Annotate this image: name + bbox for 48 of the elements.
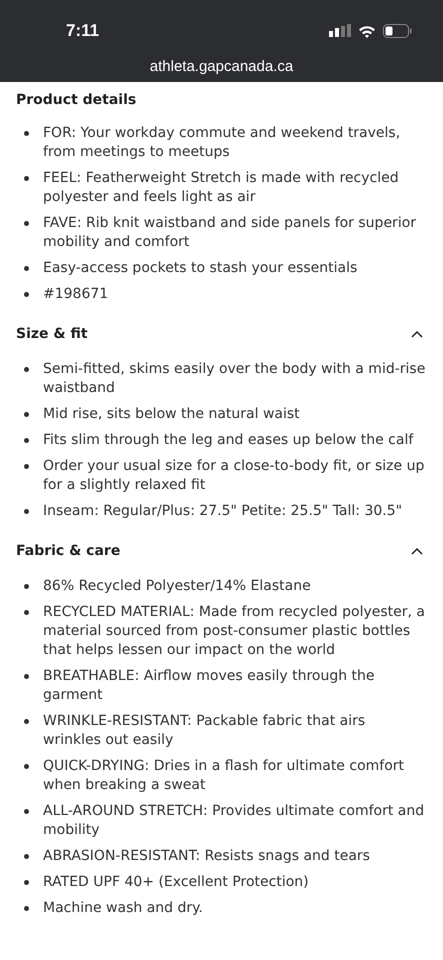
bullet-icon: [24, 674, 29, 679]
bullet-text: Fits slim through the leg and eases up below the calf: [43, 431, 414, 450]
bullet-text: QUICK-DRYING: Dries in a flash for ultimate comfort when breaking a sweat: [43, 757, 406, 795]
bullet-icon: [24, 764, 29, 769]
bullet-text: ABRASION-RESISTANT: Resists snags and tears: [43, 847, 370, 866]
bullet-text: Order your usual size for a close-to-body fit, or size up for a slightly relaxed fit: [43, 457, 426, 495]
bullet-text: Mid rise, sits below the natural waist: [43, 405, 300, 424]
chevron-icon[interactable]: [411, 547, 423, 555]
section-heading: Size & fit: [16, 326, 88, 342]
bullet-text: ALL-AROUND STRETCH: Provides ultimate comfort and mobility: [43, 802, 426, 840]
bullet-icon: [24, 880, 29, 885]
url-text[interactable]: athleta.gapcanada.ca: [150, 58, 294, 75]
section-heading: Product details: [16, 92, 136, 108]
battery-icon: [383, 24, 412, 38]
bullet-icon: [24, 464, 29, 469]
chevron-icon[interactable]: [411, 330, 423, 338]
bullet-icon: [24, 809, 29, 814]
bullet-icon: [24, 292, 29, 297]
bullet-text: Inseam: Regular/Plus: 27.5" Petite: 25.5" Tall: 30.5": [43, 502, 402, 521]
bullet-text: FOR: Your workday commute and weekend travels, from meetings to meetups: [43, 124, 402, 162]
bullet-text: 86% Recycled Polyester/14% Elastane: [43, 577, 311, 596]
bullet-icon: [24, 584, 29, 589]
wifi-icon: [358, 24, 376, 38]
section-heading: Fabric & care: [16, 543, 120, 559]
bullet-icon: [24, 176, 29, 181]
bullet-icon: [24, 906, 29, 911]
bullet-icon: [24, 412, 29, 417]
bullet-text: Semi-fitted, skims easily over the body with a mid-rise waistband: [43, 360, 426, 398]
bullet-icon: [24, 509, 29, 514]
bullet-icon: [24, 131, 29, 136]
bullet-icon: [24, 367, 29, 372]
bullet-icon: [24, 221, 29, 226]
bullet-icon: [24, 610, 29, 615]
bullet-text: RATED UPF 40+ (Excellent Protection): [43, 873, 309, 892]
bullet-icon: [24, 854, 29, 859]
bullet-icon: [24, 266, 29, 271]
bullet-text: FAVE: Rib knit waistband and side panels for superior mobility and comfort: [43, 214, 418, 252]
bullet-text: #198671: [43, 285, 108, 304]
bullet-text: Machine wash and dry.: [43, 899, 203, 918]
status-time: 7:11: [66, 21, 100, 41]
bullet-text: Easy-access pockets to stash your essentials: [43, 259, 358, 278]
signal-icon: [329, 24, 351, 38]
bullet-text: RECYCLED MATERIAL: Made from recycled polyester, a material sourced from post-consumer plastic bottles that helps lessen our impact on the world: [43, 603, 426, 660]
bullet-icon: [24, 719, 29, 724]
bullet-text: BREATHABLE: Airflow moves easily through the garment: [43, 667, 376, 705]
bullet-text: WRINKLE-RESISTANT: Packable fabric that airs wrinkles out easily: [43, 712, 366, 750]
bullet-icon: [24, 438, 29, 443]
bullet-text: FEEL: Featherweight Stretch is made with recycled polyester and feels light as air: [43, 169, 400, 207]
